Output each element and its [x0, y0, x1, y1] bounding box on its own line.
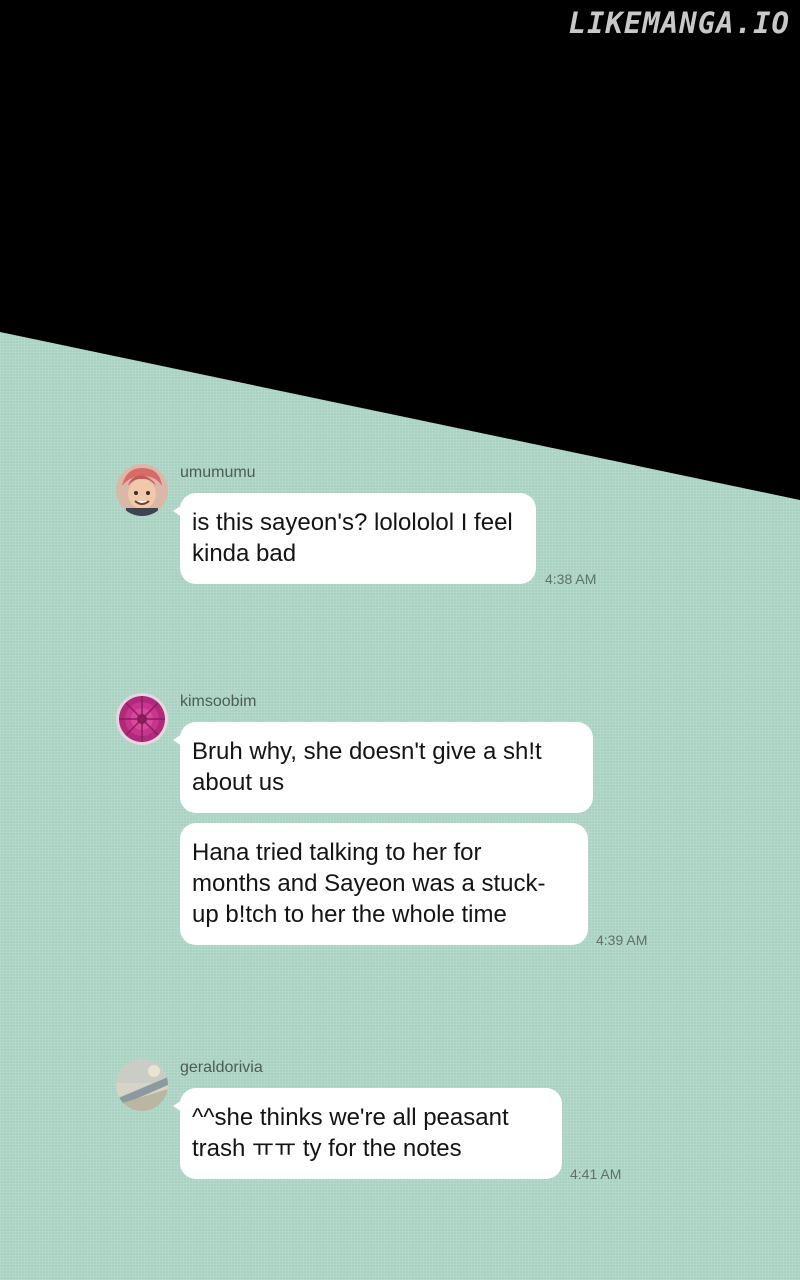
message-timestamp: 4:39 AM: [596, 932, 648, 948]
username-kimsoobim: kimsoobim: [180, 693, 257, 710]
message-bubble[interactable]: Bruh why, she doesn't give a sh!t about …: [173, 722, 593, 813]
username-geraldorivia: geraldorivia: [180, 1059, 263, 1076]
message-line: Hana tried talking to her for: [192, 839, 482, 866]
message-line: about us: [192, 769, 285, 796]
pink-flower-avatar-icon[interactable]: [116, 693, 168, 745]
airplane-wing-sky-avatar-icon[interactable]: [116, 1059, 168, 1111]
message-bubble[interactable]: ^^she thinks we're all peasant trash ㅠㅠ …: [173, 1088, 562, 1179]
message-timestamp: 4:38 AM: [545, 571, 597, 587]
message-line: ^^she thinks we're all peasant: [192, 1104, 509, 1131]
message-line: months and Sayeon was a stuck-: [192, 870, 546, 897]
chat-screen: LIKEMANGA.IO umumumu is this sayeon's? l…: [0, 0, 800, 1280]
message-line: Bruh why, she doesn't give a sh!t: [192, 738, 542, 765]
watermark: LIKEMANGA.IO: [568, 6, 790, 40]
pink-haired-character-avatar-icon[interactable]: [116, 464, 168, 516]
message-timestamp: 4:41 AM: [570, 1166, 622, 1182]
message-bubble[interactable]: Hana tried talking to her for months and…: [180, 823, 588, 945]
message-line: trash ㅠㅠ ty for the notes: [192, 1135, 462, 1162]
message-bubble[interactable]: is this sayeon's? lolololol I feel kinda…: [173, 493, 536, 584]
username-umumumu: umumumu: [180, 464, 256, 481]
message-line: is this sayeon's? lolololol I feel: [192, 509, 513, 536]
message-line: kinda bad: [192, 540, 297, 567]
message-line: up b!tch to her the whole time: [192, 901, 507, 928]
